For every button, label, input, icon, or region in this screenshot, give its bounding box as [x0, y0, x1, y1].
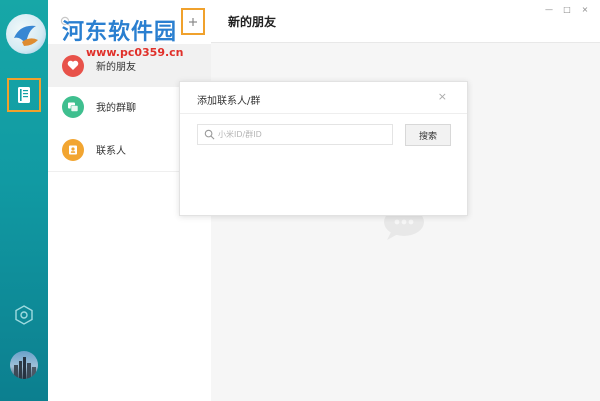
- id-search-input[interactable]: [218, 125, 388, 144]
- list-item-label: 新的朋友: [96, 62, 136, 73]
- maximize-button[interactable]: □: [562, 5, 572, 14]
- dialog-close-button[interactable]: ×: [438, 90, 447, 103]
- watermark-url: www.pc0359.cn: [86, 46, 184, 59]
- contact-card-icon: [62, 138, 84, 161]
- page-title: 新的朋友: [228, 15, 277, 29]
- add-contact-dialog: 添加联系人/群 × 搜索: [179, 81, 468, 216]
- app-window: 新的朋友 我的群聊 联系人 新的朋友 — □ × 添加联系人/群 × 小米ID/…: [0, 0, 600, 401]
- contacts-nav-button[interactable]: [7, 78, 41, 112]
- list-item-label: 我的群聊: [96, 103, 136, 114]
- settings-hexagon-icon[interactable]: [13, 304, 35, 326]
- minimize-button[interactable]: —: [544, 5, 554, 14]
- dialog-search-box[interactable]: [197, 124, 393, 145]
- heart-icon: [62, 54, 84, 77]
- dialog-divider: [180, 113, 467, 114]
- dialog-title: 添加联系人/群: [197, 96, 261, 107]
- list-item-label: 联系人: [96, 146, 126, 157]
- window-controls: — □ ×: [544, 5, 590, 14]
- add-contact-button[interactable]: [181, 8, 205, 35]
- left-rail: [0, 0, 48, 401]
- user-avatar[interactable]: [10, 351, 38, 379]
- watermark-title: 河东软件园: [62, 19, 178, 45]
- watermark-logo: [6, 14, 46, 54]
- plus-icon: [189, 17, 197, 26]
- watermark-globe-icon: [14, 25, 38, 46]
- search-icon: [204, 129, 215, 140]
- main-header: 新的朋友 — □ ×: [211, 0, 600, 43]
- close-window-button[interactable]: ×: [580, 5, 590, 14]
- address-book-icon: [18, 87, 30, 103]
- avatar-image-icon: [14, 357, 36, 379]
- search-button[interactable]: 搜索: [405, 124, 451, 146]
- group-chat-icon: [62, 95, 84, 118]
